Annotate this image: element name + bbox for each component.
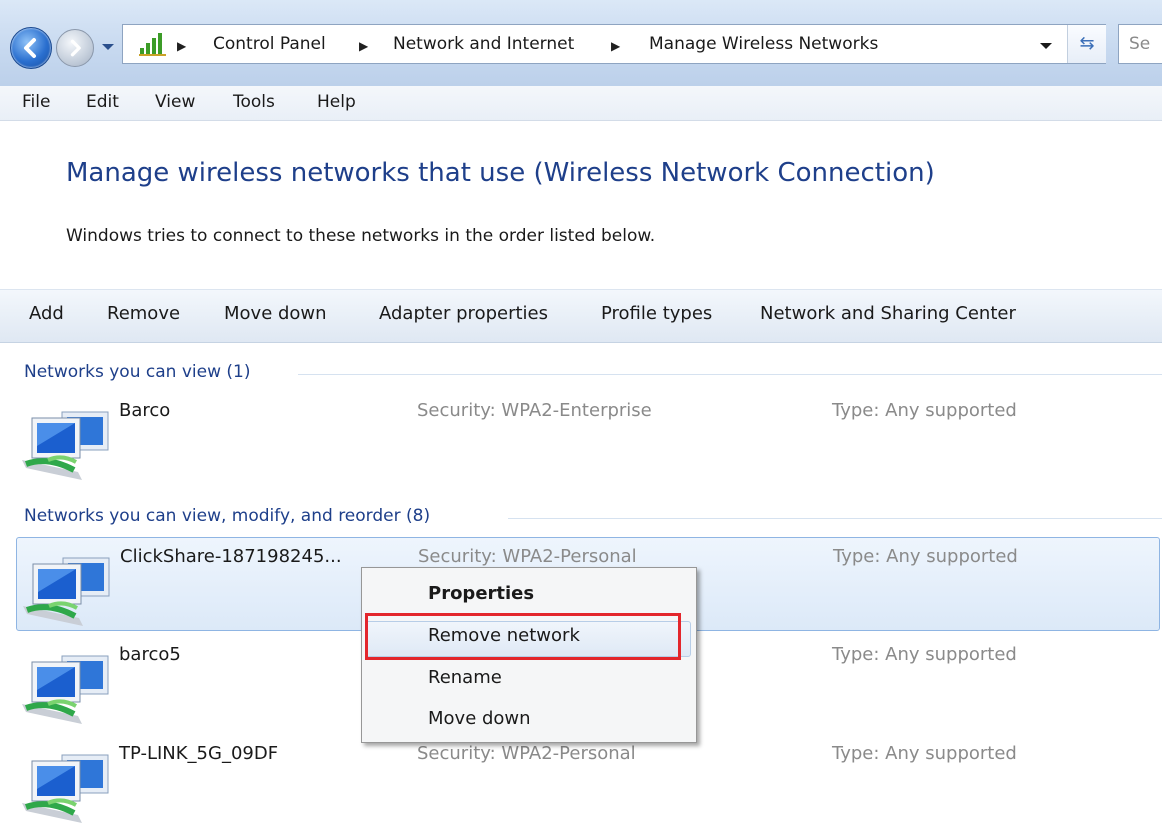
adapter-properties-button[interactable]: Adapter properties (379, 303, 548, 324)
page-subtitle: Windows tries to connect to these networ… (66, 226, 656, 246)
menu-tools[interactable]: Tools (233, 92, 275, 112)
forward-arrow-icon (70, 39, 81, 57)
context-menu-rename[interactable]: Rename (428, 667, 502, 688)
wireless-network-icon (22, 411, 109, 480)
menu-edit[interactable]: Edit (86, 92, 119, 112)
breadcrumb-separator[interactable]: ▶ (177, 39, 186, 53)
network-name: Barco (119, 400, 171, 421)
network-security: Security: WPA2-Personal (418, 546, 637, 567)
address-dropdown-icon[interactable] (1039, 41, 1053, 51)
network-type: Type: Any supported (832, 743, 1017, 764)
network-name: TP-LINK_5G_09DF (119, 743, 279, 764)
forward-button[interactable] (56, 29, 94, 67)
search-input[interactable]: Se (1118, 24, 1162, 64)
search-placeholder: Se (1129, 34, 1151, 54)
network-security: Security: WPA2-Enterprise (417, 400, 652, 421)
group-divider (508, 518, 1162, 519)
breadcrumb-separator[interactable]: ▶ (359, 39, 368, 53)
add-button[interactable]: Add (29, 303, 64, 324)
group-header-view: Networks you can view (1) (24, 362, 251, 382)
network-type: Type: Any supported (832, 644, 1017, 665)
breadcrumb-manage-wireless-networks[interactable]: Manage Wireless Networks (649, 34, 878, 54)
wireless-network-icon (22, 754, 109, 823)
move-down-button[interactable]: Move down (224, 303, 327, 324)
wireless-network-icon (23, 557, 110, 626)
network-type: Type: Any supported (832, 400, 1017, 421)
network-row-barco[interactable]: Barco Security: WPA2-Enterprise Type: An… (16, 392, 1160, 486)
address-path-box[interactable]: ▶ Control Panel ▶ Network and Internet ▶… (122, 24, 1106, 64)
menu-help[interactable]: Help (317, 92, 356, 112)
menu-view[interactable]: View (155, 92, 195, 112)
command-bar: Add Remove Move down Adapter properties … (0, 289, 1162, 343)
breadcrumb-separator[interactable]: ▶ (611, 39, 620, 53)
menu-file[interactable]: File (22, 92, 50, 112)
red-annotation-box (365, 613, 681, 660)
network-type: Type: Any supported (833, 546, 1018, 567)
refresh-button[interactable]: ⇆ (1067, 25, 1106, 63)
network-name: barco5 (119, 644, 181, 665)
network-row-tp-link[interactable]: TP-LINK_5G_09DF Security: WPA2-Personal … (16, 735, 1160, 829)
group-divider (298, 374, 1162, 375)
breadcrumb-control-panel[interactable]: Control Panel (213, 34, 326, 54)
context-menu-properties[interactable]: Properties (428, 583, 534, 604)
network-and-sharing-center-button[interactable]: Network and Sharing Center (760, 303, 1016, 324)
network-name: ClickShare-187198245... (120, 546, 342, 567)
back-arrow-icon (24, 38, 36, 58)
network-security: Security: WPA2-Personal (417, 743, 636, 764)
recent-pages-dropdown-icon[interactable] (101, 42, 115, 52)
breadcrumb-network-and-internet[interactable]: Network and Internet (393, 34, 574, 54)
menu-bar: File Edit View Tools Help (0, 86, 1162, 121)
context-menu-move-down[interactable]: Move down (428, 708, 531, 729)
profile-types-button[interactable]: Profile types (601, 303, 712, 324)
network-bars-icon (139, 33, 166, 56)
remove-button[interactable]: Remove (107, 303, 180, 324)
wireless-network-icon (22, 655, 109, 724)
back-button[interactable] (10, 27, 52, 69)
address-bar: ▶ Control Panel ▶ Network and Internet ▶… (0, 0, 1162, 87)
group-header-modify: Networks you can view, modify, and reord… (24, 506, 431, 526)
refresh-icon: ⇆ (1079, 33, 1095, 54)
page-title: Manage wireless networks that use (Wirel… (66, 158, 935, 188)
